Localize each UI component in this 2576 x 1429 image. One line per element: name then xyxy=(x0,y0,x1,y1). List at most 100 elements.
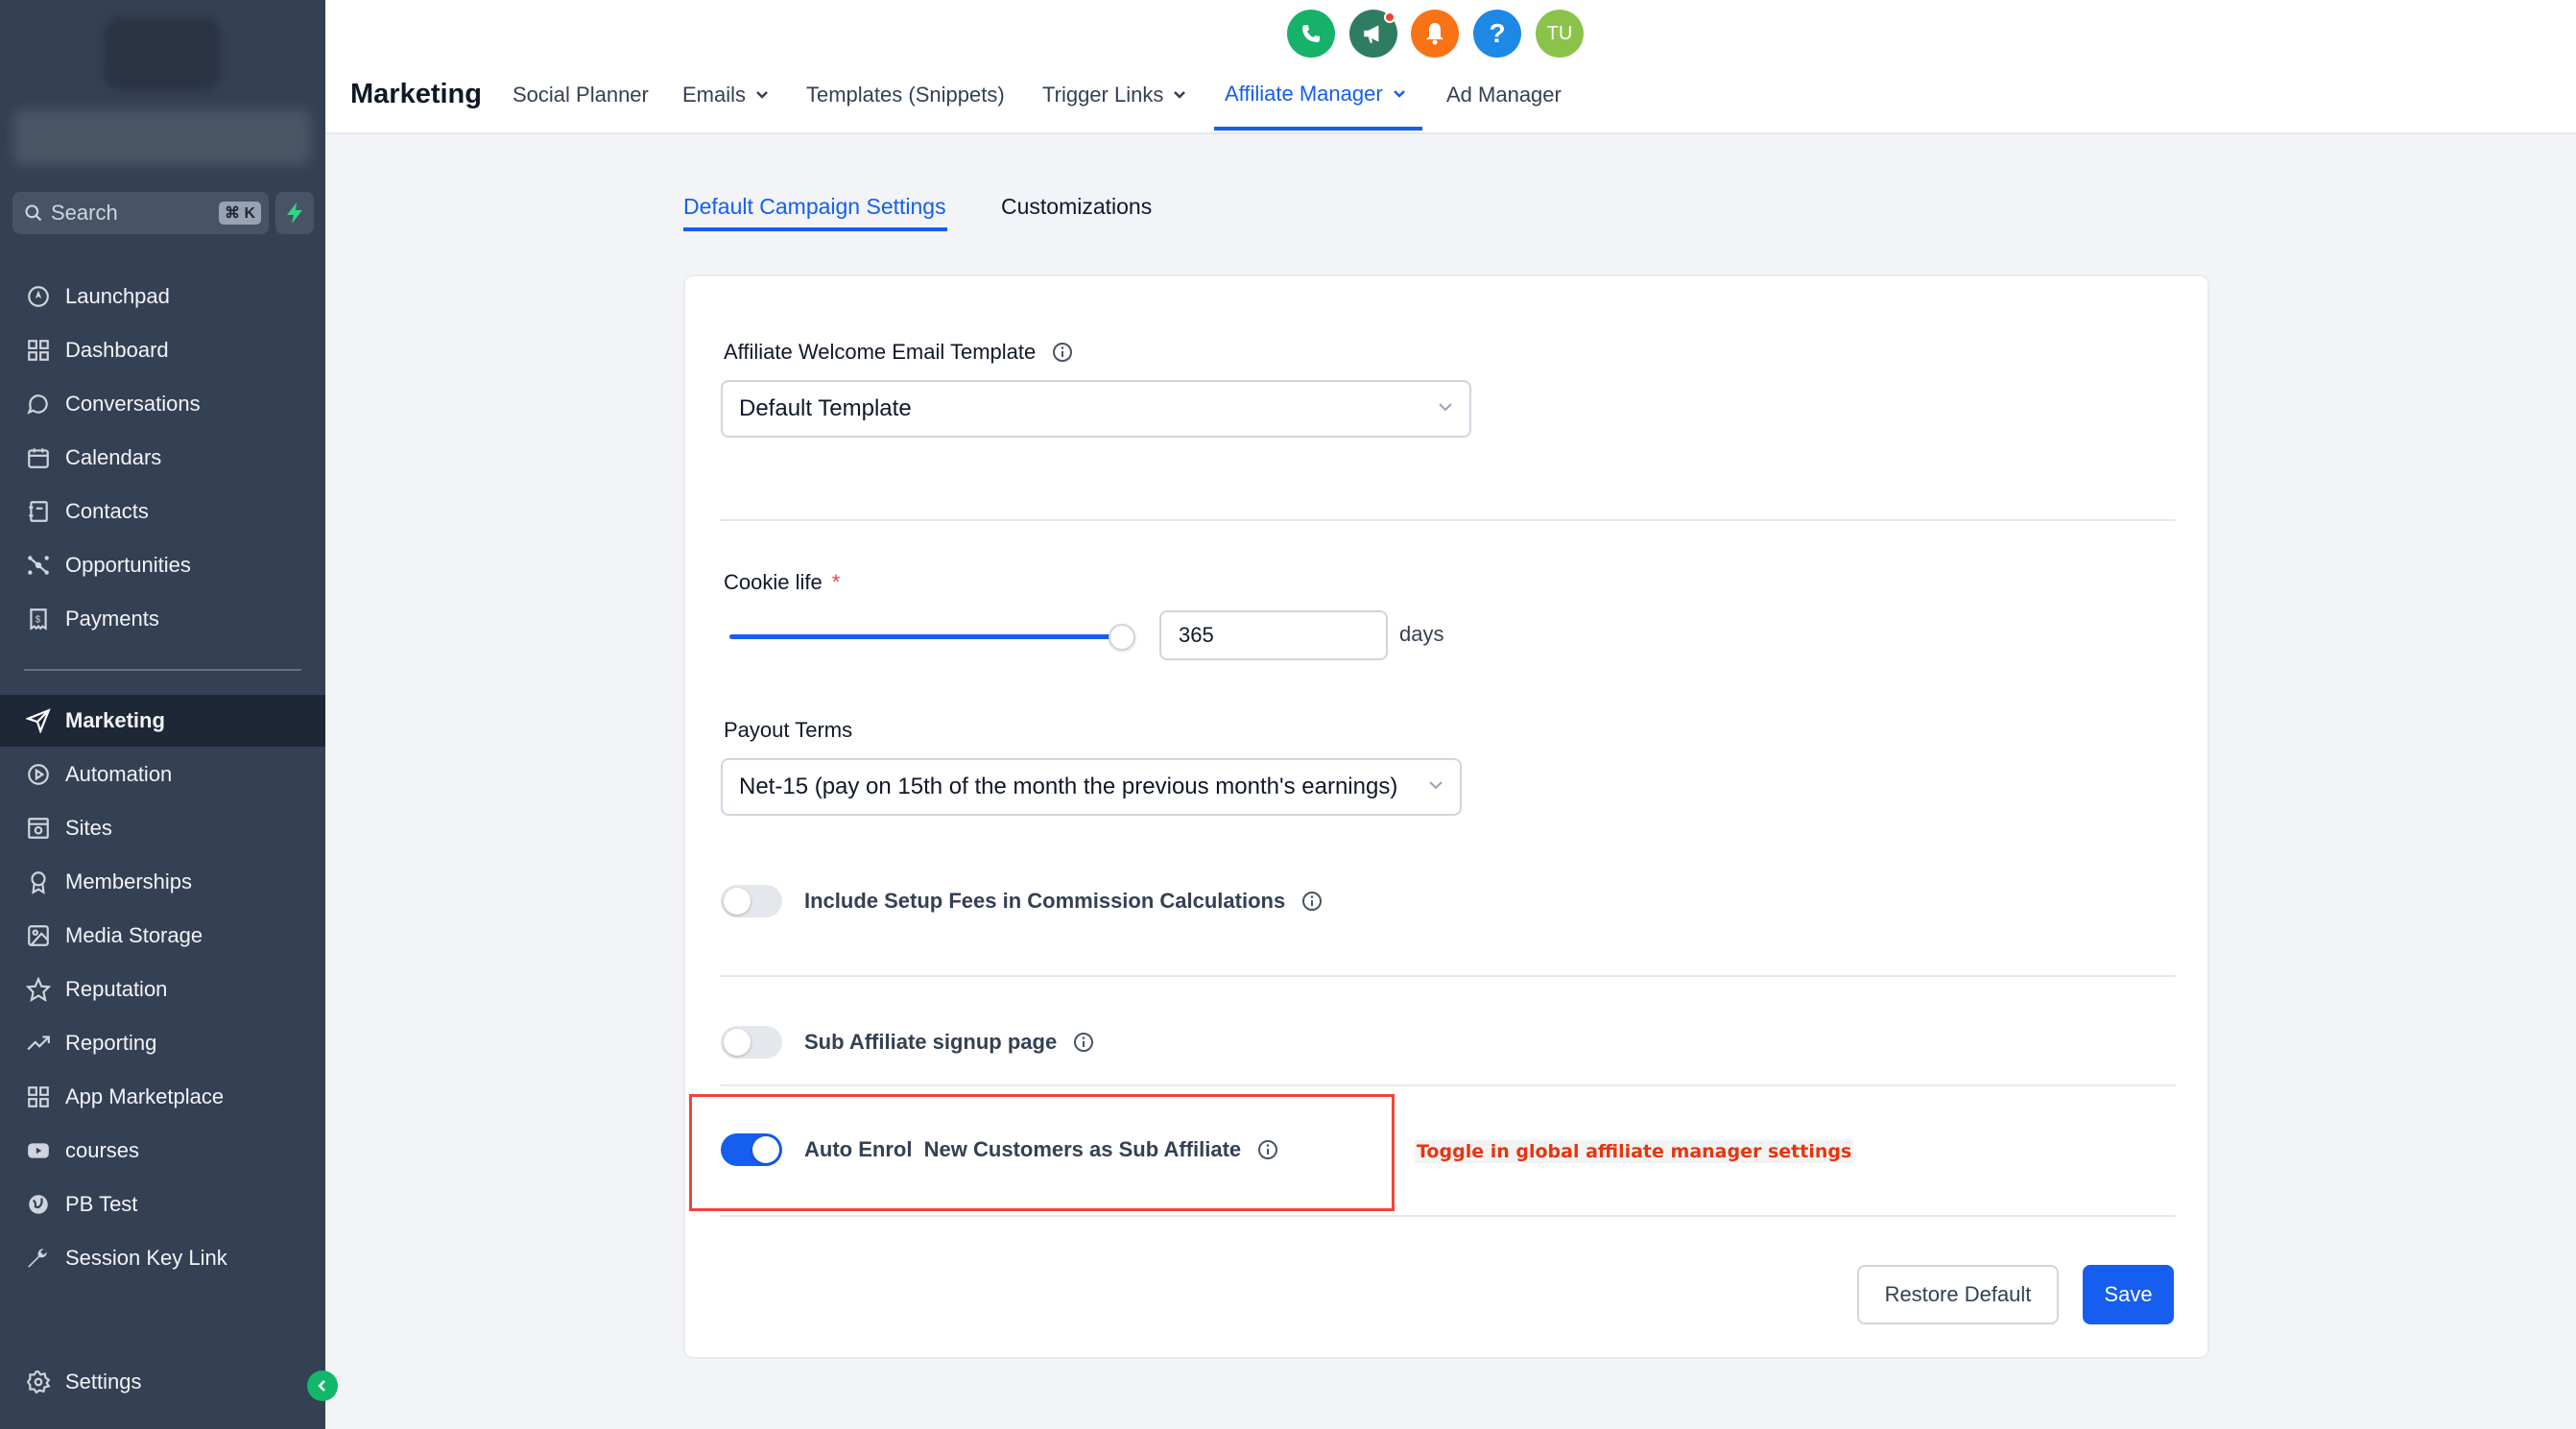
nav-label: Social Planner xyxy=(513,83,649,107)
tab-customizations[interactable]: Customizations xyxy=(1001,194,1152,220)
announcements-button[interactable] xyxy=(1349,10,1397,58)
sidebar-collapse-button[interactable] xyxy=(307,1370,338,1401)
phone-icon xyxy=(1302,25,1320,42)
section-divider xyxy=(720,975,2176,977)
opportunities-icon xyxy=(24,551,53,580)
sidebar-item-contacts[interactable]: Contacts xyxy=(0,486,325,537)
sidebar-search[interactable]: Search ⌘ K xyxy=(12,192,269,234)
save-button[interactable]: Save xyxy=(2083,1265,2174,1324)
sidebar-item-label: Reporting xyxy=(65,1031,157,1055)
sidebar-item-label: Reputation xyxy=(65,977,168,1001)
nav-label: Trigger Links xyxy=(1042,83,1164,107)
sidebar-item-courses[interactable]: courses xyxy=(0,1125,325,1177)
cookie-life-input[interactable]: 365 xyxy=(1159,610,1388,660)
send-icon xyxy=(24,706,53,735)
account-switcher[interactable] xyxy=(13,109,311,165)
sidebar-item-label: Conversations xyxy=(65,392,201,416)
sites-icon xyxy=(24,814,53,843)
nav-social-planner[interactable]: Social Planner xyxy=(513,83,649,107)
required-mark: * xyxy=(831,570,841,594)
nav-affiliate-manager[interactable]: Affiliate Manager xyxy=(1225,82,1406,107)
sidebar-item-calendars[interactable]: Calendars xyxy=(0,432,325,484)
tab-label: Customizations xyxy=(1001,194,1153,219)
search-placeholder: Search xyxy=(51,201,118,225)
sidebar-item-media-storage[interactable]: Media Storage xyxy=(0,910,325,962)
payout-terms-select[interactable]: Net-15 (pay on 15th of the month the pre… xyxy=(721,758,1462,816)
chevron-down-icon xyxy=(756,91,768,99)
nav-emails[interactable]: Emails xyxy=(682,83,769,107)
nav-label: Ad Manager xyxy=(1446,83,1562,107)
sidebar-item-automation[interactable]: Automation xyxy=(0,749,325,800)
tab-default-campaign-settings[interactable]: Default Campaign Settings xyxy=(683,194,946,220)
nav-label: Templates (Snippets) xyxy=(806,83,1005,107)
section-divider xyxy=(720,1215,2176,1217)
nav-trigger-links[interactable]: Trigger Links xyxy=(1042,83,1186,107)
help-icon: ? xyxy=(1489,18,1506,48)
chevron-down-icon xyxy=(1393,90,1405,98)
section-divider xyxy=(720,519,2176,521)
sidebar-item-sites[interactable]: Sites xyxy=(0,802,325,854)
select-value: Net-15 (pay on 15th of the month the pre… xyxy=(739,774,1398,799)
quick-action-button[interactable] xyxy=(275,192,314,234)
phone-button[interactable] xyxy=(1287,10,1335,58)
sidebar-item-label: Memberships xyxy=(65,869,193,893)
welcome-email-select[interactable]: Default Template xyxy=(721,380,1471,438)
globe-icon xyxy=(24,1190,53,1219)
sidebar-item-launchpad[interactable]: Launchpad xyxy=(0,271,325,322)
sidebar-item-settings[interactable]: Settings xyxy=(0,1356,325,1408)
megaphone-icon xyxy=(1364,25,1379,43)
sidebar-item-reputation[interactable]: Reputation xyxy=(0,964,325,1015)
restore-default-button[interactable]: Restore Default xyxy=(1857,1265,2059,1324)
input-value: 365 xyxy=(1179,623,1214,647)
contacts-icon xyxy=(24,497,53,526)
welcome-email-label: Affiliate Welcome Email Template xyxy=(724,340,1074,365)
sidebar-item-pb-test[interactable]: PB Test xyxy=(0,1179,325,1230)
annotation-highlight-box xyxy=(689,1094,1395,1211)
cookie-life-slider-handle[interactable] xyxy=(1109,624,1135,651)
sidebar-item-memberships[interactable]: Memberships xyxy=(0,856,325,908)
sidebar-item-reporting[interactable]: Reporting xyxy=(0,1017,325,1069)
nav-ad-manager[interactable]: Ad Manager xyxy=(1446,83,1562,107)
cookie-life-slider-track[interactable] xyxy=(729,634,1123,639)
sidebar-item-payments[interactable]: $ Payments xyxy=(0,593,325,645)
nav-templates-snippets[interactable]: Templates (Snippets) xyxy=(806,83,1005,107)
setup-fees-toggle[interactable] xyxy=(721,885,782,917)
notification-dot xyxy=(1384,12,1395,23)
cookie-life-label: Cookie life * xyxy=(724,570,840,595)
info-icon[interactable] xyxy=(1072,1031,1095,1054)
sidebar-item-marketing[interactable]: Marketing xyxy=(0,695,325,747)
nav-label: Emails xyxy=(682,83,747,107)
sidebar-divider xyxy=(24,669,301,671)
info-icon[interactable] xyxy=(1051,341,1074,364)
sidebar: Search ⌘ K Launchpad Dashboard Conversat… xyxy=(0,0,338,1429)
calendar-icon xyxy=(24,443,53,472)
gear-icon xyxy=(24,1368,53,1396)
company-logo[interactable] xyxy=(104,17,221,90)
sidebar-item-label: PB Test xyxy=(65,1192,138,1216)
info-icon[interactable] xyxy=(1300,890,1324,913)
sub-affiliate-signup-toggle[interactable] xyxy=(721,1026,782,1059)
chevron-down-icon xyxy=(1429,781,1443,790)
sidebar-item-app-marketplace[interactable]: App Marketplace xyxy=(0,1071,325,1123)
star-icon xyxy=(24,975,53,1004)
help-button[interactable]: ? xyxy=(1473,10,1521,58)
chevron-down-icon xyxy=(1439,403,1452,412)
notifications-button[interactable] xyxy=(1411,10,1459,58)
sidebar-item-conversations[interactable]: Conversations xyxy=(0,378,325,430)
sidebar-item-label: App Marketplace xyxy=(65,1084,225,1108)
sidebar-item-session-key-link[interactable]: Session Key Link xyxy=(0,1232,325,1284)
sidebar-item-label: Sites xyxy=(65,816,112,840)
payout-terms-label: Payout Terms xyxy=(724,718,852,743)
user-avatar[interactable]: TU xyxy=(1536,10,1584,58)
toggle-knob xyxy=(724,888,751,915)
bolt-icon xyxy=(287,202,302,224)
sidebar-item-opportunities[interactable]: Opportunities xyxy=(0,539,325,591)
setup-fees-label: Include Setup Fees in Commission Calcula… xyxy=(804,889,1324,914)
sidebar-item-label: Contacts xyxy=(65,499,149,523)
sidebar-item-label: Opportunities xyxy=(65,553,191,577)
image-icon xyxy=(24,921,53,950)
sidebar-item-dashboard[interactable]: Dashboard xyxy=(0,324,325,376)
sidebar-item-label: Media Storage xyxy=(65,923,203,947)
trend-icon xyxy=(24,1029,53,1058)
page-title: Marketing xyxy=(350,79,482,109)
